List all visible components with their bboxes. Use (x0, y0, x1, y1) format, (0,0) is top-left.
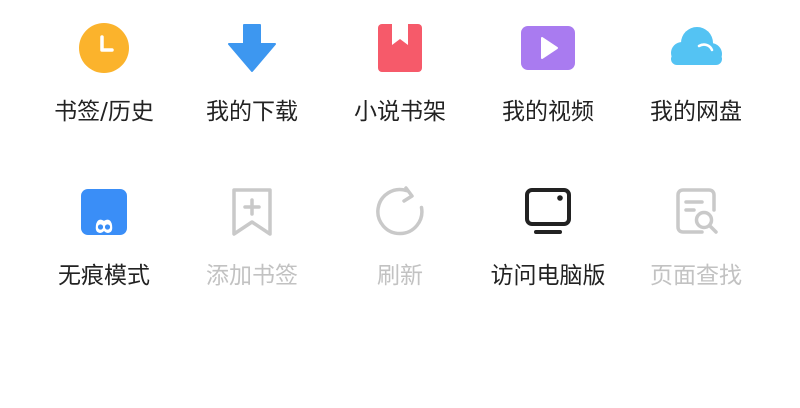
menu-label-downloads: 我的下载 (206, 99, 298, 125)
menu-label-my-videos: 我的视频 (502, 99, 594, 125)
menu-label-add-bookmark: 添加书签 (206, 263, 298, 289)
menu-label-refresh: 刷新 (377, 263, 423, 289)
menu-item-novel-shelf[interactable]: 小说书架 (326, 0, 474, 130)
menu-item-desktop-version[interactable]: 访问电脑版 (474, 164, 622, 294)
menu-label-find-in-page: 页面查找 (650, 263, 742, 289)
book-icon (378, 24, 422, 72)
clock-icon (79, 23, 129, 73)
menu-item-find-in-page[interactable]: 页面查找 (622, 164, 770, 294)
menu-item-add-bookmark[interactable]: 添加书签 (178, 164, 326, 294)
menu-label-incognito: 无痕模式 (58, 263, 150, 289)
download-arrow-icon (228, 24, 276, 72)
menu-item-cloud-drive[interactable]: 我的网盘 (622, 0, 770, 130)
bookmark-add-icon (232, 188, 272, 236)
menu-label-cloud-drive: 我的网盘 (650, 99, 742, 125)
menu-item-refresh[interactable]: 刷新 (326, 164, 474, 294)
browser-menu-panel: 书签/历史 我的下载 小说书架 我的视频 我的网盘 无痕模式 添加书签 刷新 访… (0, 0, 800, 408)
cloud-icon (671, 27, 722, 65)
refresh-icon (376, 186, 424, 236)
play-icon (521, 26, 575, 70)
menu-item-incognito[interactable]: 无痕模式 (30, 164, 178, 294)
mask-icon (81, 189, 127, 235)
menu-label-novel-shelf: 小说书架 (354, 99, 446, 125)
menu-label-desktop-version: 访问电脑版 (490, 263, 606, 289)
menu-item-bookmarks-history[interactable]: 书签/历史 (30, 0, 178, 130)
menu-item-downloads[interactable]: 我的下载 (178, 0, 326, 130)
monitor-icon (525, 188, 571, 234)
menu-label-bookmarks-history: 书签/历史 (54, 99, 154, 125)
page-search-icon (676, 188, 718, 234)
menu-item-my-videos[interactable]: 我的视频 (474, 0, 622, 130)
